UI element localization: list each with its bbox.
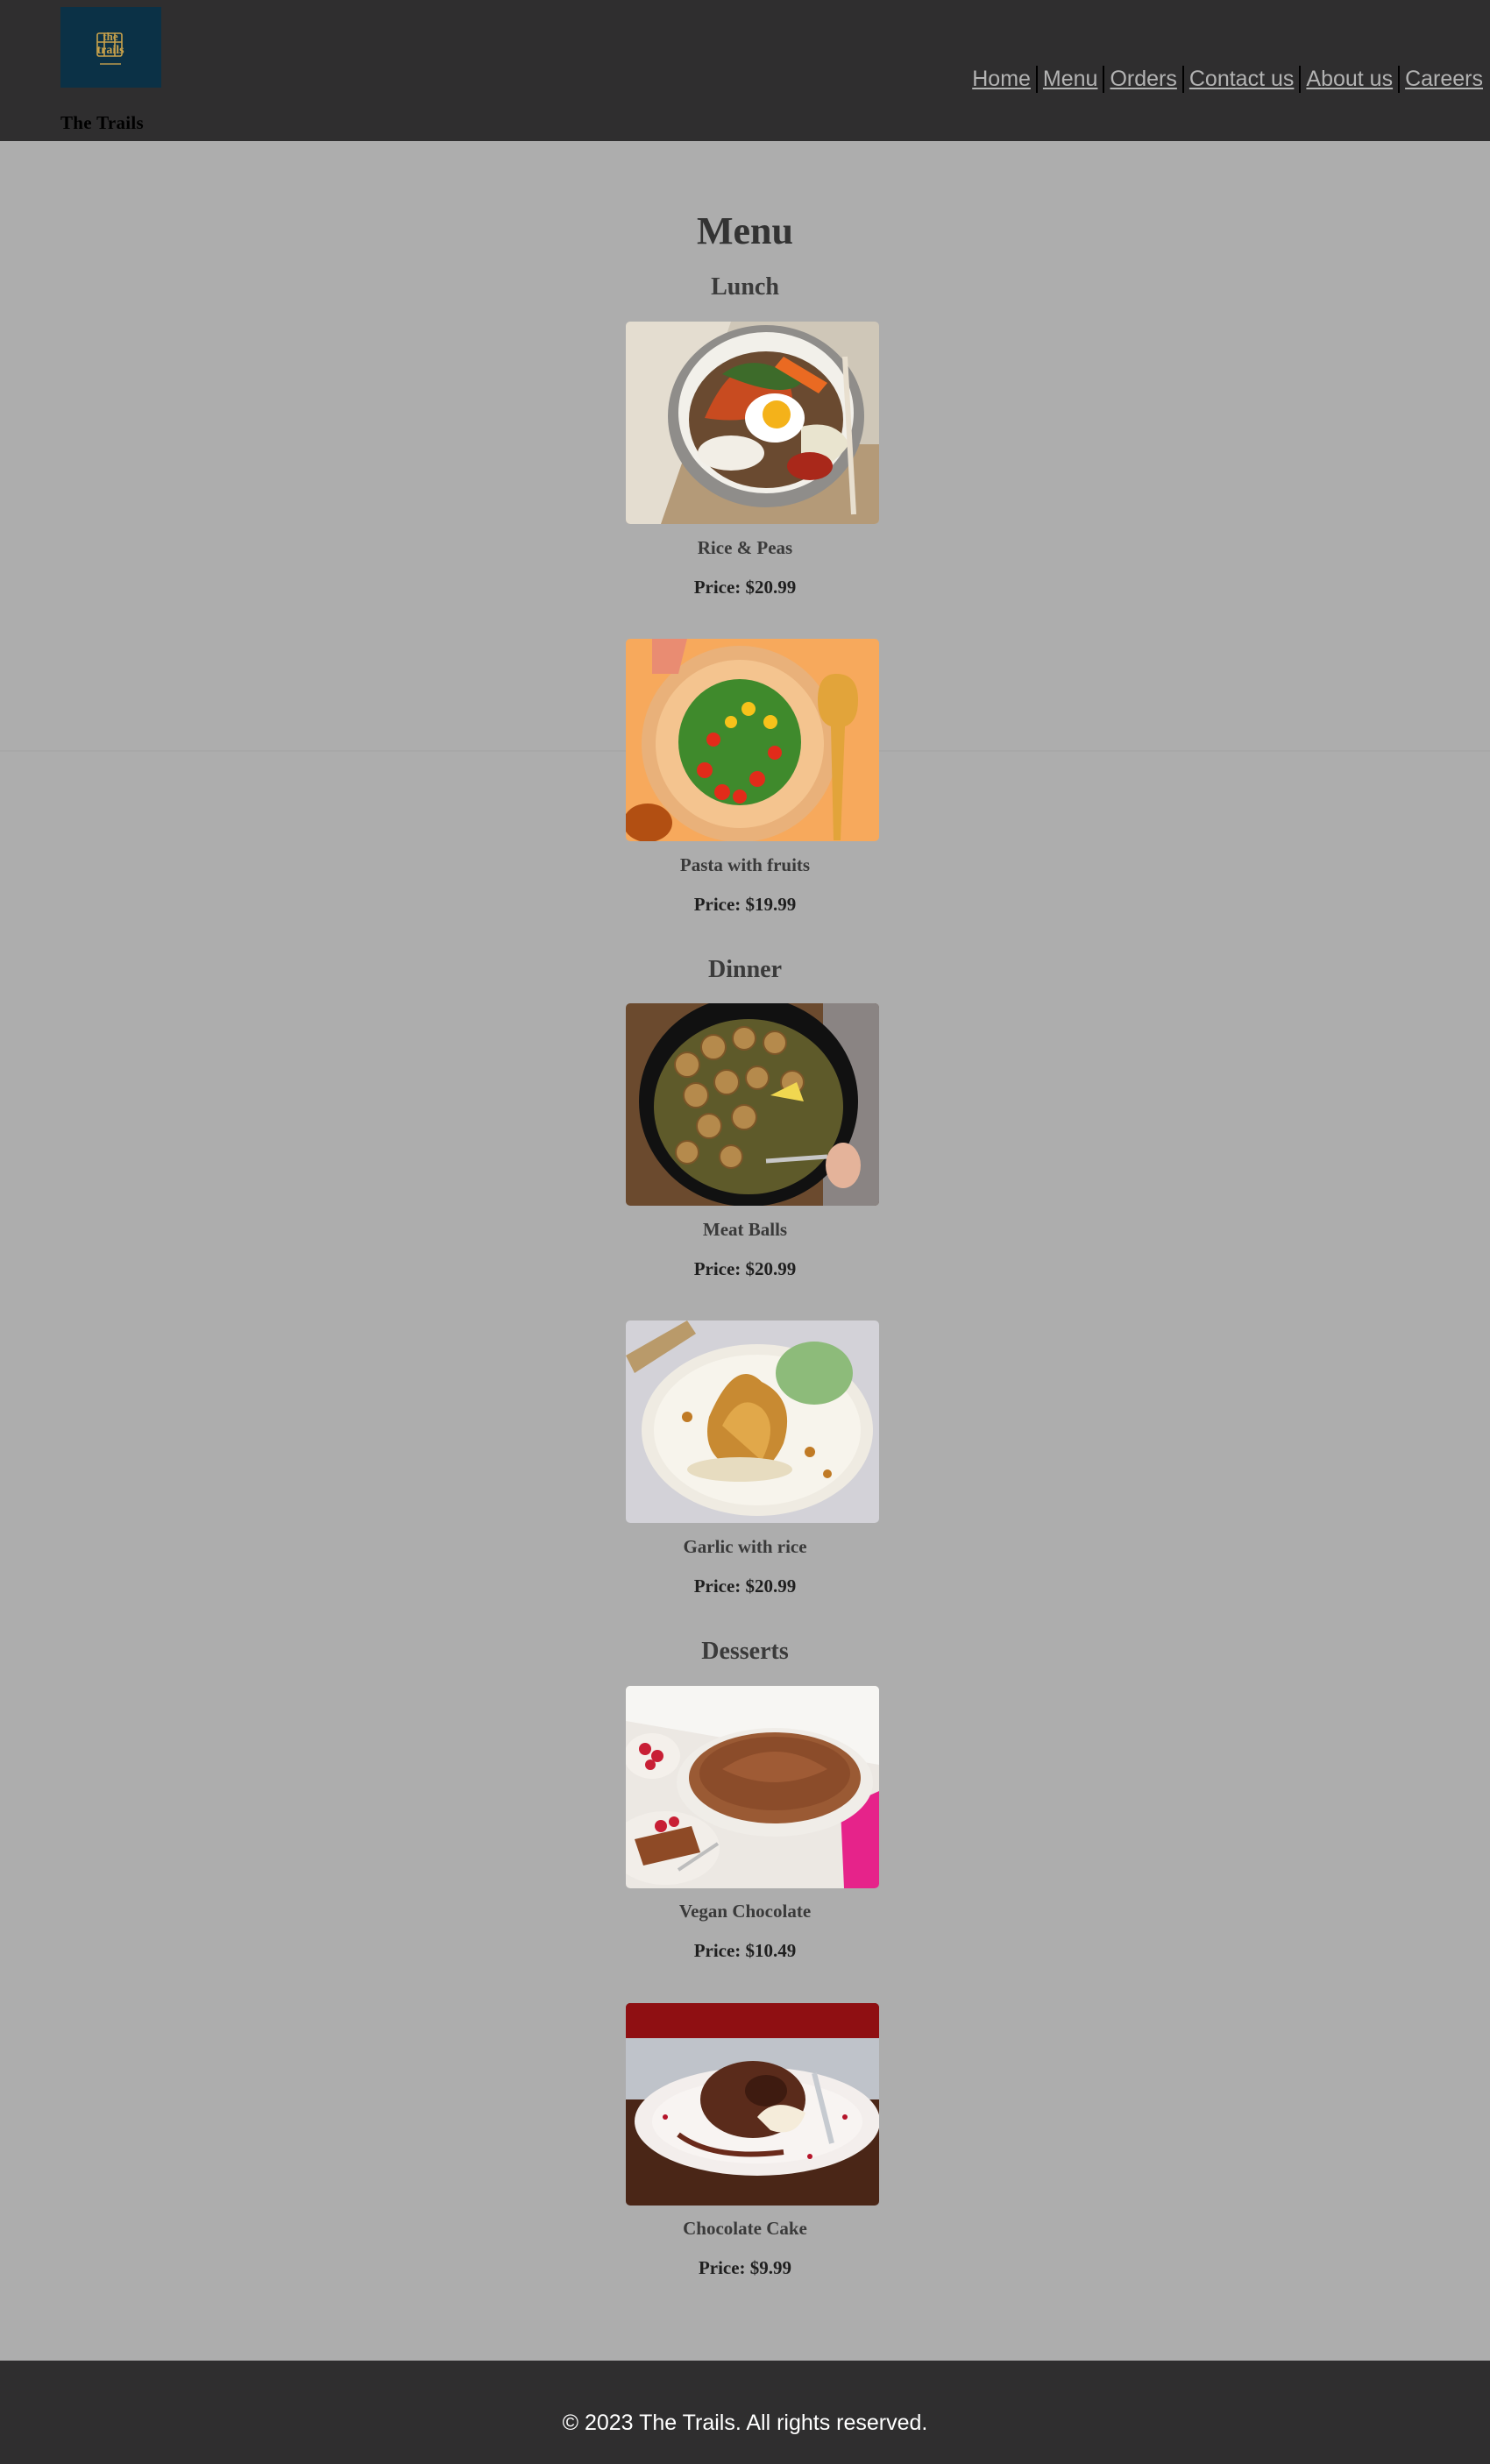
menu-item-name: Rice & Peas: [697, 537, 793, 558]
menu-item-price: Price: $19.99: [693, 894, 797, 915]
food-photo-icon: [626, 1321, 879, 1523]
site-header: the trails The Trails Home Menu Orders C…: [0, 0, 1490, 141]
food-photo-icon: [626, 2003, 879, 2206]
logo-text-the: the: [103, 30, 118, 43]
menu-item-image-garlic-rice[interactable]: [626, 1321, 879, 1523]
menu-item-name: Meat Balls: [702, 1219, 788, 1240]
nav-contact-us[interactable]: Contact us: [1184, 67, 1300, 92]
menu-item-image-vegan-chocolate[interactable]: [626, 1686, 879, 1888]
copyright-text: © 2023 The Trails. All rights reserved.: [562, 2411, 928, 2435]
main-nav: Home Menu Orders Contact us About us Car…: [967, 66, 1488, 93]
menu-item-price: Price: $20.99: [693, 1575, 797, 1597]
menu-item-price: Price: $10.49: [693, 1940, 797, 1961]
nav-careers[interactable]: Careers: [1400, 67, 1488, 92]
menu-item-price: Price: $20.99: [693, 1258, 797, 1279]
nav-orders[interactable]: Orders: [1104, 67, 1181, 92]
brand-logo[interactable]: the trails: [60, 7, 161, 88]
menu-item-image-rice-peas[interactable]: [626, 322, 879, 524]
food-photo-icon: [626, 1003, 879, 1206]
menu-item-name: Vegan Chocolate: [678, 1901, 812, 1922]
page-title: Menu: [697, 209, 793, 252]
menu-item-name: Garlic with rice: [683, 1536, 807, 1557]
menu-item-image-pasta-fruits[interactable]: [626, 639, 879, 841]
brand-name: The Trails: [60, 112, 144, 133]
menu-item-image-meat-balls[interactable]: [626, 1003, 879, 1206]
menu-item-name: Pasta with fruits: [679, 854, 811, 875]
menu-item-price: Price: $20.99: [693, 577, 797, 598]
section-title-dinner: Dinner: [708, 956, 782, 983]
trails-logo-icon: the trails: [60, 7, 161, 88]
nav-menu[interactable]: Menu: [1038, 67, 1103, 92]
food-photo-icon: [626, 1686, 879, 1888]
nav-home[interactable]: Home: [967, 67, 1036, 92]
section-title-lunch: Lunch: [711, 273, 779, 301]
page: the trails The Trails Home Menu Orders C…: [0, 0, 1490, 2464]
menu-item-price: Price: $9.99: [698, 2257, 792, 2278]
section-title-desserts: Desserts: [701, 1638, 789, 1665]
nav-about-us[interactable]: About us: [1301, 67, 1398, 92]
site-footer: © 2023 The Trails. All rights reserved.: [0, 2361, 1490, 2464]
menu-item-name: Chocolate Cake: [683, 2218, 807, 2239]
menu-item-image-chocolate-cake[interactable]: [626, 2003, 879, 2206]
food-photo-icon: [626, 639, 879, 841]
logo-text-trails: trails: [96, 44, 124, 57]
food-photo-icon: [626, 322, 879, 524]
